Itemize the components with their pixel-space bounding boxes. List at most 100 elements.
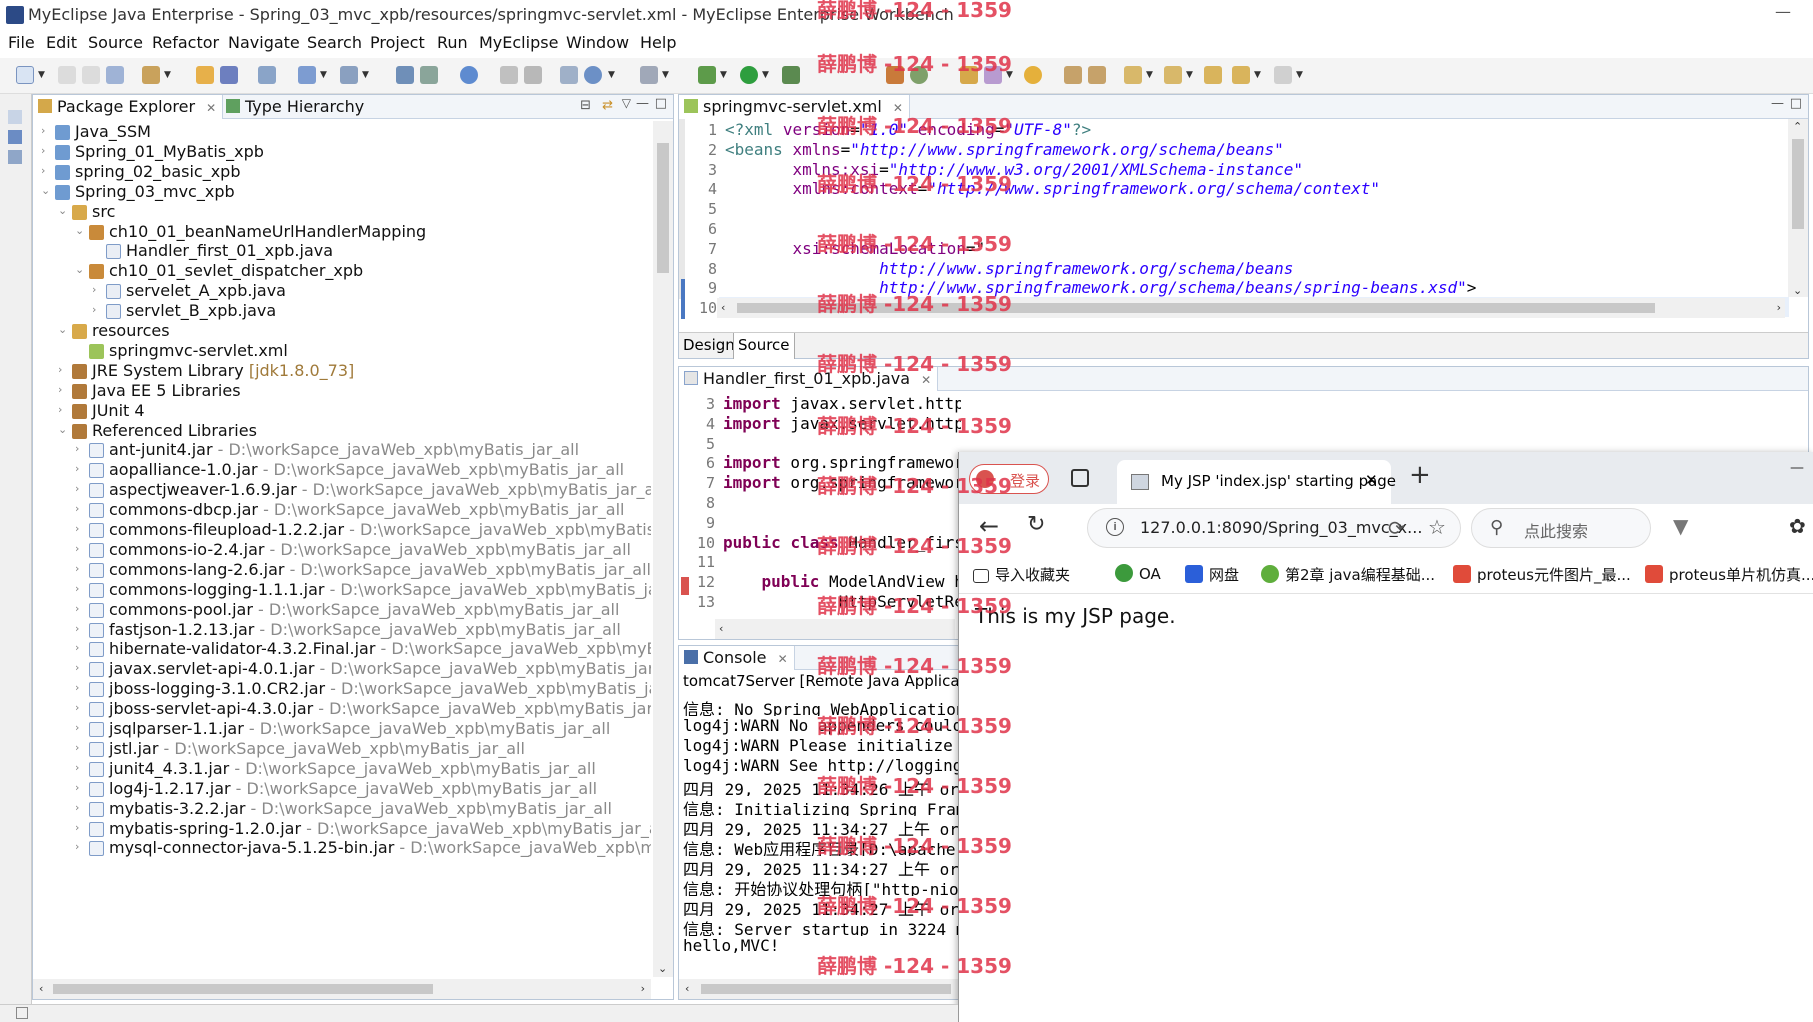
dropdown-arrow-icon[interactable]: ▼ (362, 70, 369, 80)
deploy-icon[interactable] (220, 66, 238, 84)
fast-view-icon[interactable] (16, 1007, 28, 1019)
menu-search[interactable]: Search (307, 33, 362, 52)
menu-window[interactable]: Window (566, 33, 629, 52)
view-menu-icon[interactable]: ▽ (622, 96, 631, 110)
tab-source[interactable]: Source (733, 333, 795, 359)
scroll-left-icon[interactable]: ‹ (685, 982, 689, 995)
login-button[interactable]: 登录 (969, 464, 1049, 494)
menu-edit[interactable]: Edit (46, 33, 77, 52)
collapse-icon[interactable]: ⌄ (58, 323, 67, 336)
code-line[interactable]: xsi:schemaLocation=" (725, 239, 985, 259)
dropdown-arrow-icon[interactable]: ▼ (1006, 70, 1013, 80)
code-line[interactable]: http://www.springframework.org/schema/be… (725, 278, 1476, 298)
menu-myeclipse[interactable]: MyEclipse (479, 33, 558, 52)
dropdown-arrow-icon[interactable]: ▼ (164, 70, 171, 80)
expand-icon[interactable]: › (75, 522, 79, 535)
bookmark-proteus-parts[interactable]: proteus元件图片_最... (1453, 564, 1631, 585)
xml-horizontal-scrollbar[interactable]: ‹ › (717, 298, 1785, 318)
code-line[interactable]: xmlns:xsi="http://www.w3.org/2001/XMLSch… (725, 160, 1303, 180)
menu-source[interactable]: Source (88, 33, 143, 52)
new-tab-icon[interactable]: + (1409, 460, 1431, 490)
tab-package-explorer[interactable]: Package Explorer ✕ (33, 95, 224, 119)
scroll-right-icon[interactable]: › (641, 982, 645, 995)
tab-handler-first-java[interactable]: Handler_first_01_xpb.java ✕ (679, 367, 939, 391)
debug-config-icon[interactable] (420, 66, 438, 84)
address-bar[interactable]: i 127.0.0.1:8090/Spring_03_mvc_x... ⟳ ☆ (1087, 508, 1461, 548)
expand-icon[interactable]: › (75, 821, 79, 834)
expand-icon[interactable]: › (75, 462, 79, 475)
java-horizontal-scrollbar[interactable]: ‹ (715, 619, 955, 639)
expand-icon[interactable]: › (75, 701, 79, 714)
wizard-icon[interactable] (298, 66, 316, 84)
scroll-right-icon[interactable]: › (1777, 301, 1781, 314)
tab-actions-icon[interactable] (1071, 469, 1089, 487)
toggle-block-icon[interactable] (1064, 66, 1082, 84)
close-icon[interactable]: ✕ (921, 373, 931, 387)
collapse-icon[interactable]: ⌄ (75, 263, 84, 276)
save-all-icon[interactable] (82, 66, 100, 84)
menu-refactor[interactable]: Refactor (152, 33, 219, 52)
dropdown-arrow-icon[interactable]: ▼ (320, 70, 327, 80)
dropdown-arrow-icon[interactable]: ▼ (608, 70, 615, 80)
code-line[interactable]: public class Handler_first (723, 533, 961, 553)
minimize-view-icon[interactable]: — (636, 96, 649, 111)
scroll-left-icon[interactable]: ‹ (39, 982, 43, 995)
extensions-icon[interactable]: ✿ (1789, 514, 1806, 538)
menu-project[interactable]: Project (370, 33, 425, 52)
bookmark-oa[interactable]: OA (1115, 564, 1161, 583)
scroll-up-icon[interactable]: ⌃ (1793, 120, 1802, 133)
collapse-icon[interactable]: ⌄ (75, 224, 84, 237)
info-icon[interactable]: i (1106, 518, 1124, 536)
collapse-icon[interactable]: ⌄ (58, 423, 67, 436)
open-task-icon[interactable] (886, 66, 904, 84)
expand-icon[interactable]: › (58, 383, 62, 396)
collapse-icon[interactable]: ⌄ (58, 204, 67, 217)
scroll-down-icon[interactable]: ⌄ (658, 962, 667, 975)
restore-icon[interactable] (8, 110, 22, 124)
expand-icon[interactable]: › (75, 801, 79, 814)
tab-springmvc-servlet-xml[interactable]: springmvc-servlet.xml ✕ (679, 95, 910, 119)
expand-icon[interactable]: › (92, 283, 96, 296)
external-tools-icon[interactable] (782, 66, 800, 84)
open-folder-icon[interactable] (960, 66, 978, 84)
java-code-area[interactable]: 3 import javax.servlet.http.HttpServletRe… (679, 393, 969, 623)
code-line[interactable]: import javax.servlet.http.HttpServletRes… (723, 414, 961, 434)
monitor-icon[interactable] (640, 66, 658, 84)
run-icon[interactable] (740, 66, 758, 84)
browser-minimize-button[interactable]: — (1790, 460, 1804, 476)
back-icon[interactable]: ← (979, 512, 999, 540)
tab-console[interactable]: Console ✕ (679, 646, 795, 670)
last-edit-icon[interactable] (1204, 66, 1222, 84)
collapse-icon[interactable]: ⌄ (41, 184, 50, 197)
globe-icon[interactable] (460, 66, 478, 84)
xml-code-area[interactable]: 1 <?xml version="1.0" encoding="UTF-8"?> 2… (679, 119, 1779, 317)
back-icon[interactable] (1232, 66, 1250, 84)
expand-icon[interactable]: › (75, 661, 79, 674)
print-icon[interactable] (106, 66, 124, 84)
dropdown-arrow-icon[interactable]: ▼ (38, 70, 45, 80)
mark-occurrences-icon[interactable] (1024, 66, 1042, 84)
url-text[interactable]: 127.0.0.1:8090/Spring_03_mvc_x... (1140, 518, 1422, 537)
code-line[interactable] (723, 552, 961, 572)
bookmark-java-chapter[interactable]: 第2章 java编程基础... (1261, 564, 1435, 585)
prev-annotation-icon[interactable] (1164, 66, 1182, 84)
tree-vertical-scrollbar[interactable]: ⌄ (653, 121, 673, 977)
next-annotation-icon[interactable] (1124, 66, 1142, 84)
close-tab-icon[interactable]: ✕ (1365, 471, 1378, 489)
save-icon[interactable] (58, 66, 76, 84)
dropdown-arrow-icon[interactable]: ▼ (720, 70, 727, 80)
translate-icon[interactable]: ⟳ (1388, 516, 1405, 540)
minimize-button[interactable]: — (1775, 2, 1791, 21)
expand-icon[interactable]: › (75, 562, 79, 575)
console-horizontal-scrollbar[interactable]: ‹ (679, 979, 959, 999)
scroll-left-icon[interactable]: ‹ (721, 301, 725, 314)
expand-icon[interactable]: › (75, 542, 79, 555)
tree-horizontal-scrollbar[interactable]: ‹ › (33, 979, 651, 999)
server-icon[interactable] (258, 66, 276, 84)
package-icon[interactable] (196, 66, 214, 84)
scroll-down-icon[interactable]: ⌄ (1793, 284, 1802, 297)
forward-icon[interactable] (1274, 66, 1292, 84)
expand-icon[interactable]: › (75, 582, 79, 595)
code-line[interactable] (723, 493, 961, 513)
expand-icon[interactable]: › (41, 164, 45, 177)
